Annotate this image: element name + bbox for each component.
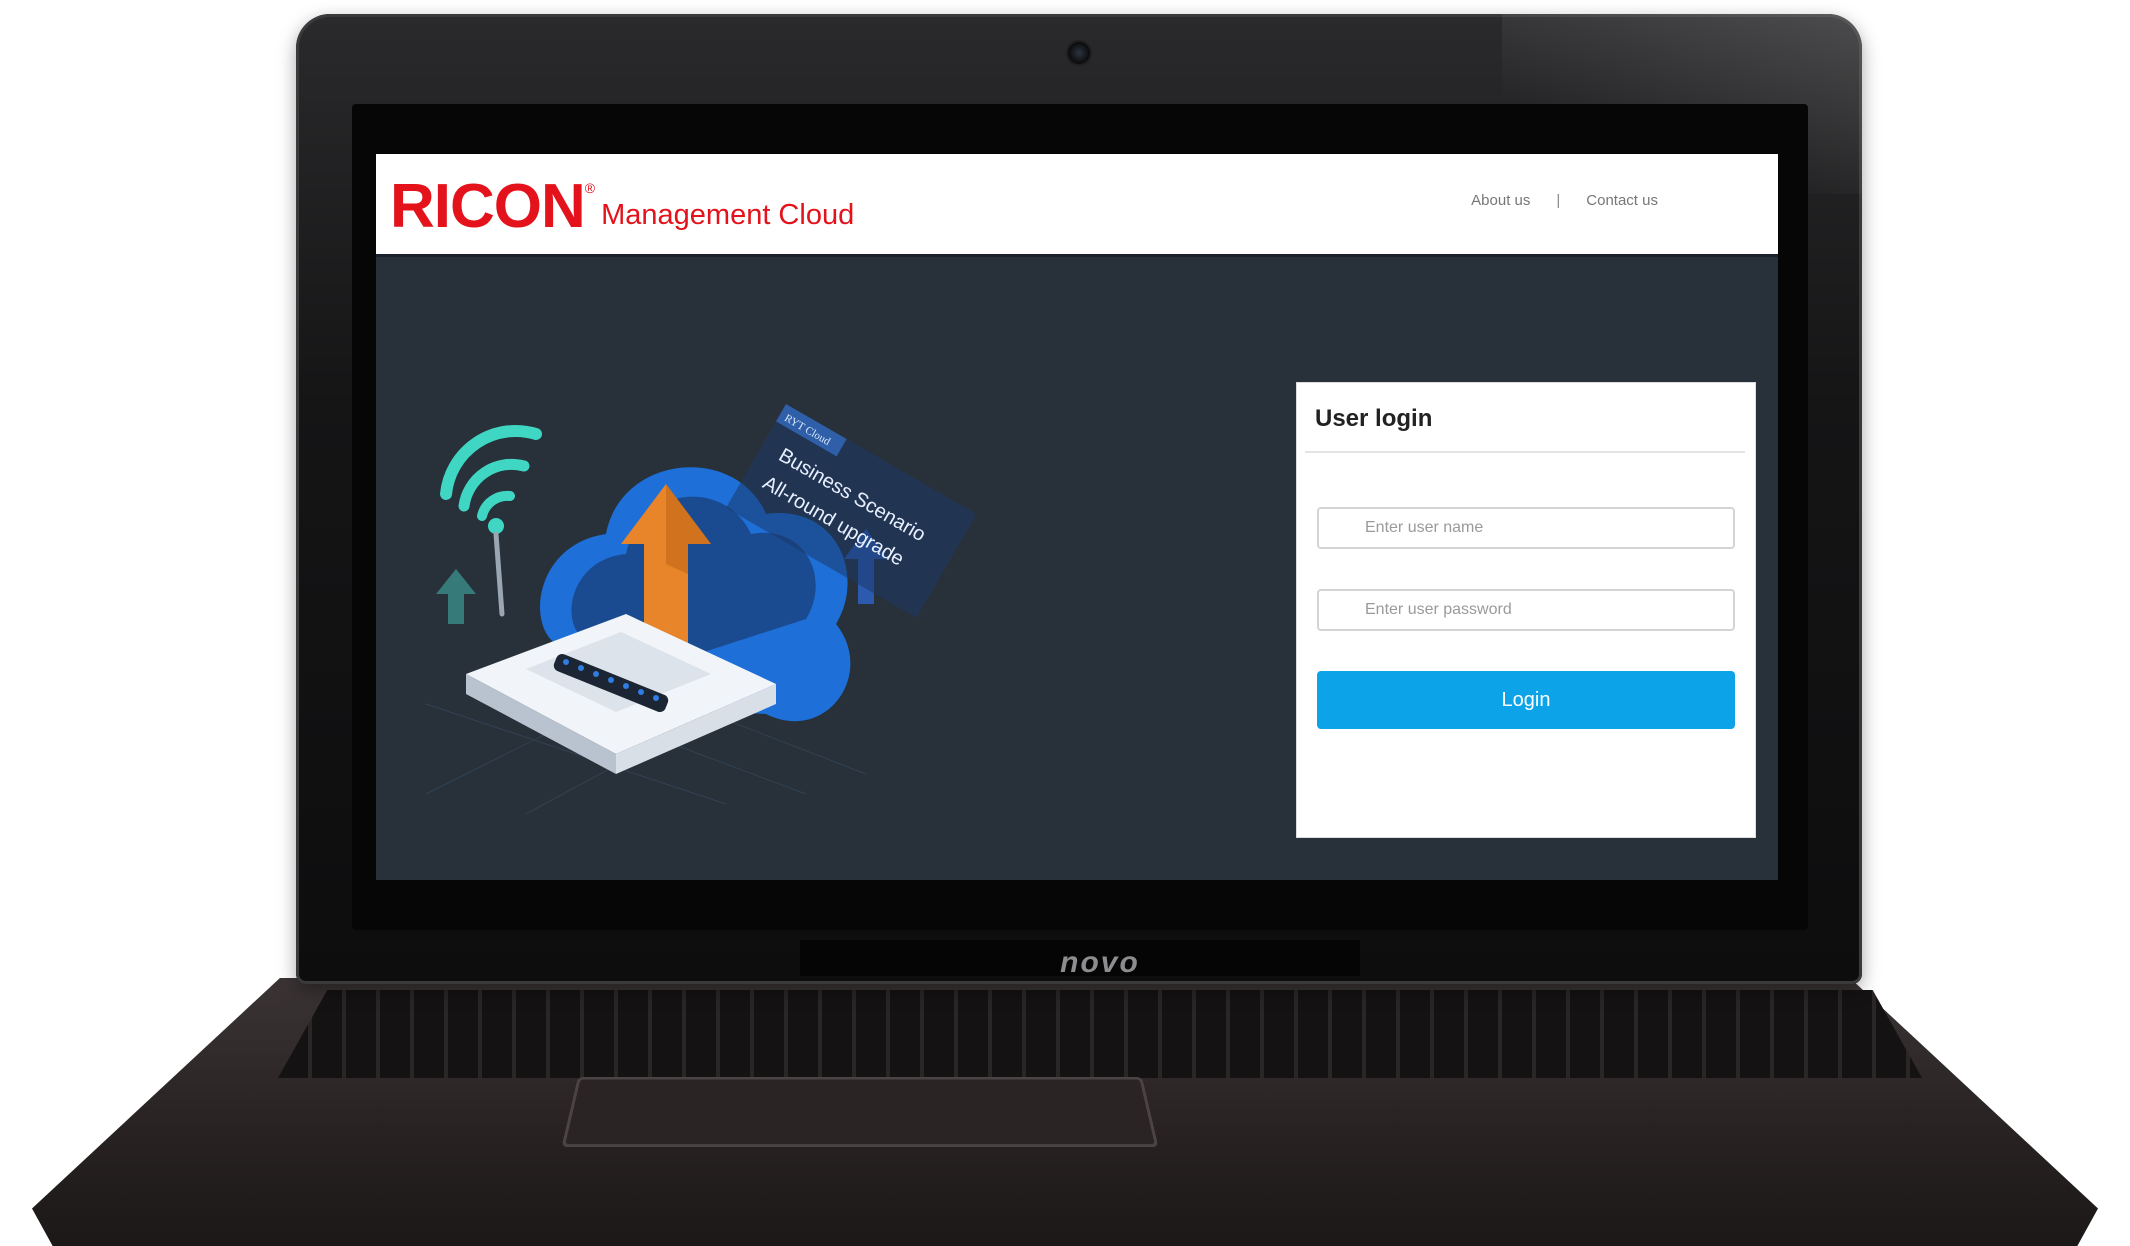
nav-about-us[interactable]: About us [1471, 192, 1530, 209]
login-card: User login Login [1296, 382, 1756, 838]
username-input[interactable] [1317, 507, 1735, 549]
keyboard [278, 990, 1922, 1078]
login-button[interactable]: Login [1317, 671, 1735, 729]
logo-subtitle: Management Cloud [601, 199, 855, 231]
logo-main: RICON [390, 172, 586, 241]
laptop-brand: novo [1060, 946, 1140, 979]
top-nav: About us | Contact us [1471, 192, 1658, 209]
laptop-mockup: novo RICON ® Management Cloud About us |… [0, 0, 2130, 1246]
webcam-icon [1068, 42, 1090, 64]
screen: RICON ® Management Cloud About us | Cont… [376, 154, 1778, 880]
nav-contact-us[interactable]: Contact us [1586, 192, 1658, 209]
password-input[interactable] [1317, 589, 1735, 631]
left-arrow-icon [436, 569, 476, 624]
login-divider [1305, 451, 1745, 453]
logo[interactable]: RICON ® Management Cloud [390, 176, 854, 238]
login-title: User login [1315, 405, 1433, 432]
site-header: RICON ® Management Cloud About us | Cont… [376, 154, 1778, 257]
logo-registered-mark: ® [584, 180, 596, 196]
nav-separator: | [1556, 192, 1561, 209]
hero-illustration: RYT Cloud Business Scenario All-round up… [425, 404, 977, 814]
touchpad [561, 1076, 1159, 1148]
